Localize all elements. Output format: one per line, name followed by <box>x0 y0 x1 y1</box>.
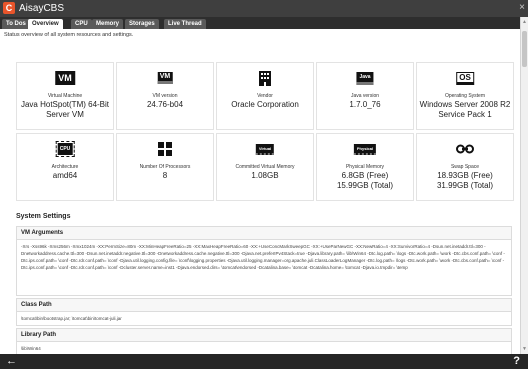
card-label: Committed Virtual Memory <box>235 164 295 170</box>
os-icon: OS <box>456 70 474 86</box>
virtual-memory-icon: Virtual <box>255 141 275 157</box>
tab-memory[interactable]: Memory <box>92 19 124 29</box>
class-path-panel: Class Path \tomcat\bin\bootstrap.jar; \t… <box>16 298 512 326</box>
building-icon <box>259 70 271 86</box>
app-logo-icon: C <box>3 2 15 14</box>
card-value: amd64 <box>52 171 78 180</box>
card-value: 18.93GB (Free) 31.99GB (Total) <box>436 171 494 190</box>
card-swap-space: Swap Space 18.93GB (Free) 31.99GB (Total… <box>416 133 514 201</box>
physical-memory-icon: Physical <box>353 141 377 157</box>
card-value: 8 <box>162 171 168 180</box>
vm-arguments-title: VM Arguments <box>17 227 511 240</box>
cpu-icon: CPU <box>55 141 75 157</box>
scroll-up-icon[interactable]: ▲ <box>522 19 527 25</box>
card-vm-version: VM VM version 24.76-b04 <box>116 62 214 130</box>
card-label: Virtual Machine <box>47 93 83 99</box>
close-icon[interactable]: × <box>519 2 525 14</box>
title-bar: C AisayCBS × <box>0 0 528 17</box>
card-value: Windows Server 2008 R2 Service Pack 1 <box>419 100 511 119</box>
tab-to-dos[interactable]: To Dos <box>2 19 30 29</box>
card-value: Java HotSpot(TM) 64-Bit Server VM <box>20 100 110 119</box>
card-label: Java version <box>350 93 380 99</box>
system-settings-title: System Settings <box>16 213 71 220</box>
card-label: Number Of Processors <box>139 164 191 170</box>
vm-arguments-panel: VM Arguments -Xrs -Xss96k -Xms256m -Xmx1… <box>16 226 512 296</box>
card-physical-memory: Physical Physical Memory 6.8GB (Free) 15… <box>316 133 414 201</box>
class-path-title: Class Path <box>17 299 511 312</box>
card-operating-system: OS Operating System Windows Server 2008 … <box>416 62 514 130</box>
java-icon: Java <box>356 70 374 86</box>
card-label: Vendor <box>257 93 273 99</box>
overview-content: Status overview of all system resources … <box>0 29 520 354</box>
status-description: Status overview of all system resources … <box>4 32 134 38</box>
library-path-title: Library Path <box>17 329 511 342</box>
tab-overview[interactable]: Overview <box>28 19 63 29</box>
vertical-scrollbar[interactable]: ▲ ▼ <box>520 17 528 354</box>
app-title: AisayCBS <box>19 3 65 14</box>
card-virtual-machine: VM Virtual Machine Java HotSpot(TM) 64-B… <box>16 62 114 130</box>
help-icon[interactable]: ? <box>513 355 520 368</box>
card-label: Swap Space <box>450 164 480 170</box>
card-value: 24.76-b04 <box>146 100 184 109</box>
card-committed-virtual-memory: Virtual Committed Virtual Memory 1.08GB <box>216 133 314 201</box>
library-path-text: \lib\Win64 <box>21 346 41 351</box>
card-architecture: CPU Architecture amd64 <box>16 133 114 201</box>
card-java-version: Java Java version 1.7.0_76 <box>316 62 414 130</box>
class-path-text: \tomcat\bin\bootstrap.jar; \tomcat\bin\t… <box>21 316 122 321</box>
card-label: Architecture <box>51 164 79 170</box>
tab-live-thread[interactable]: Live Thread <box>164 19 206 29</box>
back-arrow-icon[interactable]: ← <box>6 355 17 368</box>
tab-storages[interactable]: Storages <box>125 19 159 29</box>
scroll-down-icon[interactable]: ▼ <box>522 346 527 352</box>
card-value: Oracle Corporation <box>231 100 299 109</box>
vm-version-icon: VM <box>157 70 173 86</box>
card-value: 6.8GB (Free) 15.99GB (Total) <box>336 171 394 190</box>
card-value: 1.08GB <box>251 171 279 180</box>
card-label: Physical Memory <box>345 164 385 170</box>
card-label: VM version <box>152 93 178 99</box>
card-label: Operating System <box>444 93 486 99</box>
scrollbar-thumb[interactable] <box>522 31 527 67</box>
card-number-of-processors: Number Of Processors 8 <box>116 133 214 201</box>
swap-icon <box>456 141 474 157</box>
card-vendor: Vendor Oracle Corporation <box>216 62 314 130</box>
vm-icon: VM <box>55 70 75 86</box>
tab-bar: To Dos Overview CPU Memory Storages Live… <box>0 17 520 29</box>
tab-cpu[interactable]: CPU <box>71 19 92 29</box>
card-value: 1.7.0_76 <box>349 100 381 109</box>
library-path-panel: Library Path \lib\Win64 <box>16 328 512 354</box>
processors-icon <box>158 141 172 157</box>
vm-arguments-text: -Xrs -Xss96k -Xms256m -Xmx1024m -XX:Perm… <box>21 244 505 270</box>
bottom-bar: ← ? <box>0 354 528 369</box>
